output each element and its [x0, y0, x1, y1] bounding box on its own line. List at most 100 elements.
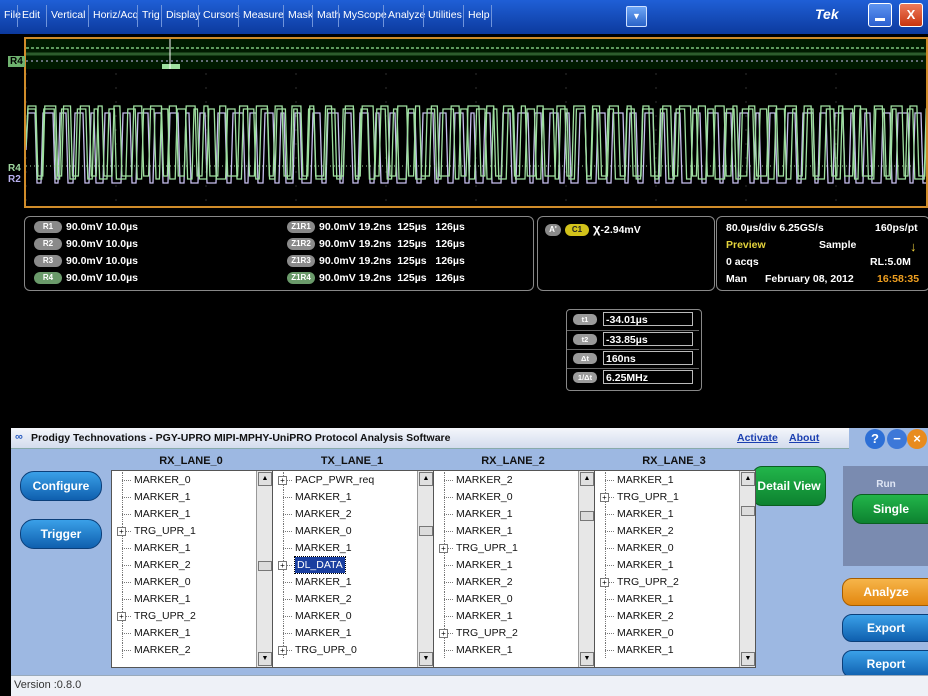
tree-item[interactable]: + TRG_UPR_1	[595, 489, 739, 505]
tree-item[interactable]: MARKER_1	[595, 557, 739, 573]
expand-icon[interactable]: +	[117, 527, 126, 536]
tree-item[interactable]: MARKER_2	[595, 608, 739, 624]
tree-item[interactable]: MARKER_0	[112, 472, 256, 488]
scroll-up-icon[interactable]: ▲	[258, 472, 272, 486]
menu-cursors[interactable]: Cursors	[203, 9, 240, 21]
expand-icon[interactable]: +	[278, 646, 287, 655]
zoom-readout[interactable]: Z1R1 90.0mV 19.2ns 125µs 126µs	[287, 221, 465, 234]
menu-horizacq[interactable]: Horiz/Acq	[93, 9, 139, 21]
tree-item[interactable]: MARKER_1	[273, 625, 417, 641]
tree-item[interactable]: MARKER_1	[434, 642, 578, 658]
scroll-down-icon[interactable]: ▼	[419, 652, 433, 666]
scroll-down-icon[interactable]: ▼	[258, 652, 272, 666]
zoom-readout[interactable]: Z1R3 90.0mV 19.2ns 125µs 126µs	[287, 255, 465, 268]
tree-item[interactable]: MARKER_1	[595, 472, 739, 488]
analyze-button[interactable]: Analyze	[842, 578, 928, 606]
tree-item[interactable]: MARKER_1	[434, 608, 578, 624]
tree-item[interactable]: MARKER_1	[434, 506, 578, 522]
tree-item[interactable]: MARKER_0	[273, 608, 417, 624]
expand-icon[interactable]: +	[600, 493, 609, 502]
expand-icon[interactable]: +	[439, 629, 448, 638]
ref4-top-label[interactable]: R4	[8, 56, 25, 67]
tree-item[interactable]: MARKER_0	[112, 574, 256, 590]
menu-analyze[interactable]: Analyze	[388, 9, 425, 21]
menu-measure[interactable]: Measure	[243, 9, 284, 21]
tree-item[interactable]: MARKER_1	[273, 574, 417, 590]
scroll-thumb[interactable]	[580, 511, 594, 521]
lane-list[interactable]: MARKER_0 MARKER_1 MARKER_1 + TRG_UPR_1 MARKER…	[111, 470, 273, 668]
expand-icon[interactable]: +	[278, 476, 287, 485]
acquisition-readout[interactable]: 80.0µs/div 6.25GS/s 160ps/pt Preview Sam…	[716, 216, 928, 291]
tree-item[interactable]: MARKER_0	[434, 489, 578, 505]
expand-icon[interactable]: +	[117, 612, 126, 621]
menu-file[interactable]: File	[4, 9, 21, 21]
cursor-row[interactable]: Δt 160ns	[567, 349, 699, 367]
scroll-thumb[interactable]	[741, 506, 755, 516]
ref4-bottom-label[interactable]: R4	[8, 163, 21, 174]
tree-item[interactable]: + TRG_UPR_2	[595, 574, 739, 590]
menu-trig[interactable]: Trig	[142, 9, 160, 21]
minimize-panel-icon[interactable]: −	[887, 429, 907, 449]
menu-math[interactable]: Math	[317, 9, 340, 21]
scrollbar[interactable]: ▲ ▼	[417, 471, 433, 667]
scrollbar[interactable]: ▲ ▼	[578, 471, 594, 667]
tree-item[interactable]: MARKER_1	[595, 506, 739, 522]
tree-item[interactable]: MARKER_2	[434, 472, 578, 488]
report-button[interactable]: Report	[842, 650, 928, 678]
about-link[interactable]: About	[789, 432, 819, 444]
tree-item[interactable]: MARKER_2	[595, 523, 739, 539]
expand-icon[interactable]: +	[439, 544, 448, 553]
trigger-readout[interactable]: A' C1 χ-2.94mV	[537, 216, 715, 291]
menu-mask[interactable]: Mask	[288, 9, 313, 21]
tree-item[interactable]: MARKER_0	[273, 523, 417, 539]
scroll-thumb[interactable]	[258, 561, 272, 571]
tree-item[interactable]: + TRG_UPR_1	[112, 523, 256, 539]
configure-button[interactable]: Configure	[20, 471, 102, 501]
tree-item[interactable]: MARKER_1	[112, 506, 256, 522]
close-button[interactable]: X	[899, 3, 923, 27]
tree-item[interactable]: MARKER_1	[434, 523, 578, 539]
chevron-down-icon[interactable]: ▼	[626, 6, 647, 27]
export-button[interactable]: Export	[842, 614, 928, 642]
tree-item[interactable]: MARKER_1	[595, 642, 739, 658]
tree-item[interactable]: MARKER_1	[112, 591, 256, 607]
tree-item[interactable]: + PACP_PWR_req	[273, 472, 417, 488]
scroll-up-icon[interactable]: ▲	[741, 472, 755, 486]
ref-readout[interactable]: R2 90.0mV 10.0µs	[34, 238, 138, 251]
tree-item[interactable]: MARKER_0	[595, 625, 739, 641]
scroll-up-icon[interactable]: ▲	[580, 472, 594, 486]
zoom-readout[interactable]: Z1R4 90.0mV 19.2ns 125µs 126µs	[287, 272, 465, 285]
cursor-row[interactable]: 1/Δt 6.25MHz	[567, 368, 699, 386]
zoom-readout[interactable]: Z1R2 90.0mV 19.2ns 125µs 126µs	[287, 238, 465, 251]
tree-item[interactable]: + TRG_UPR_1	[434, 540, 578, 556]
tree-item[interactable]: MARKER_0	[595, 540, 739, 556]
lane-list[interactable]: MARKER_2 MARKER_0 MARKER_1 MARKER_1 + TRG_UPR…	[433, 470, 595, 668]
menu-myscope[interactable]: MyScope	[343, 9, 387, 21]
detail-view-button[interactable]: Detail View	[752, 466, 826, 506]
menu-utilities[interactable]: Utilities	[428, 9, 462, 21]
tree-item[interactable]: MARKER_2	[112, 557, 256, 573]
ref2-label[interactable]: R2	[8, 174, 21, 185]
tree-item[interactable]: MARKER_2	[434, 574, 578, 590]
single-button[interactable]: Single	[852, 494, 928, 524]
activate-link[interactable]: Activate	[737, 432, 778, 444]
menu-vertical[interactable]: Vertical	[51, 9, 85, 21]
tree-item[interactable]: MARKER_2	[112, 642, 256, 658]
cursor-row[interactable]: t2 -33.85µs	[567, 330, 699, 348]
tree-item[interactable]: MARKER_1	[112, 625, 256, 641]
tree-item[interactable]: MARKER_1	[112, 540, 256, 556]
menu-help[interactable]: Help	[468, 9, 490, 21]
tree-item[interactable]: MARKER_0	[434, 591, 578, 607]
trigger-button[interactable]: Trigger	[20, 519, 102, 549]
tree-item[interactable]: MARKER_2	[273, 506, 417, 522]
scroll-down-icon[interactable]: ▼	[741, 652, 755, 666]
tree-item[interactable]: MARKER_1	[273, 489, 417, 505]
scroll-down-icon[interactable]: ▼	[580, 652, 594, 666]
scroll-up-icon[interactable]: ▲	[419, 472, 433, 486]
tree-item[interactable]: MARKER_1	[434, 557, 578, 573]
tree-item[interactable]: + DL_DATA	[273, 556, 417, 574]
tree-item[interactable]: + TRG_UPR_2	[112, 608, 256, 624]
tree-item[interactable]: MARKER_1	[112, 489, 256, 505]
close-panel-icon[interactable]: ×	[907, 429, 927, 449]
tree-item[interactable]: MARKER_1	[273, 540, 417, 556]
